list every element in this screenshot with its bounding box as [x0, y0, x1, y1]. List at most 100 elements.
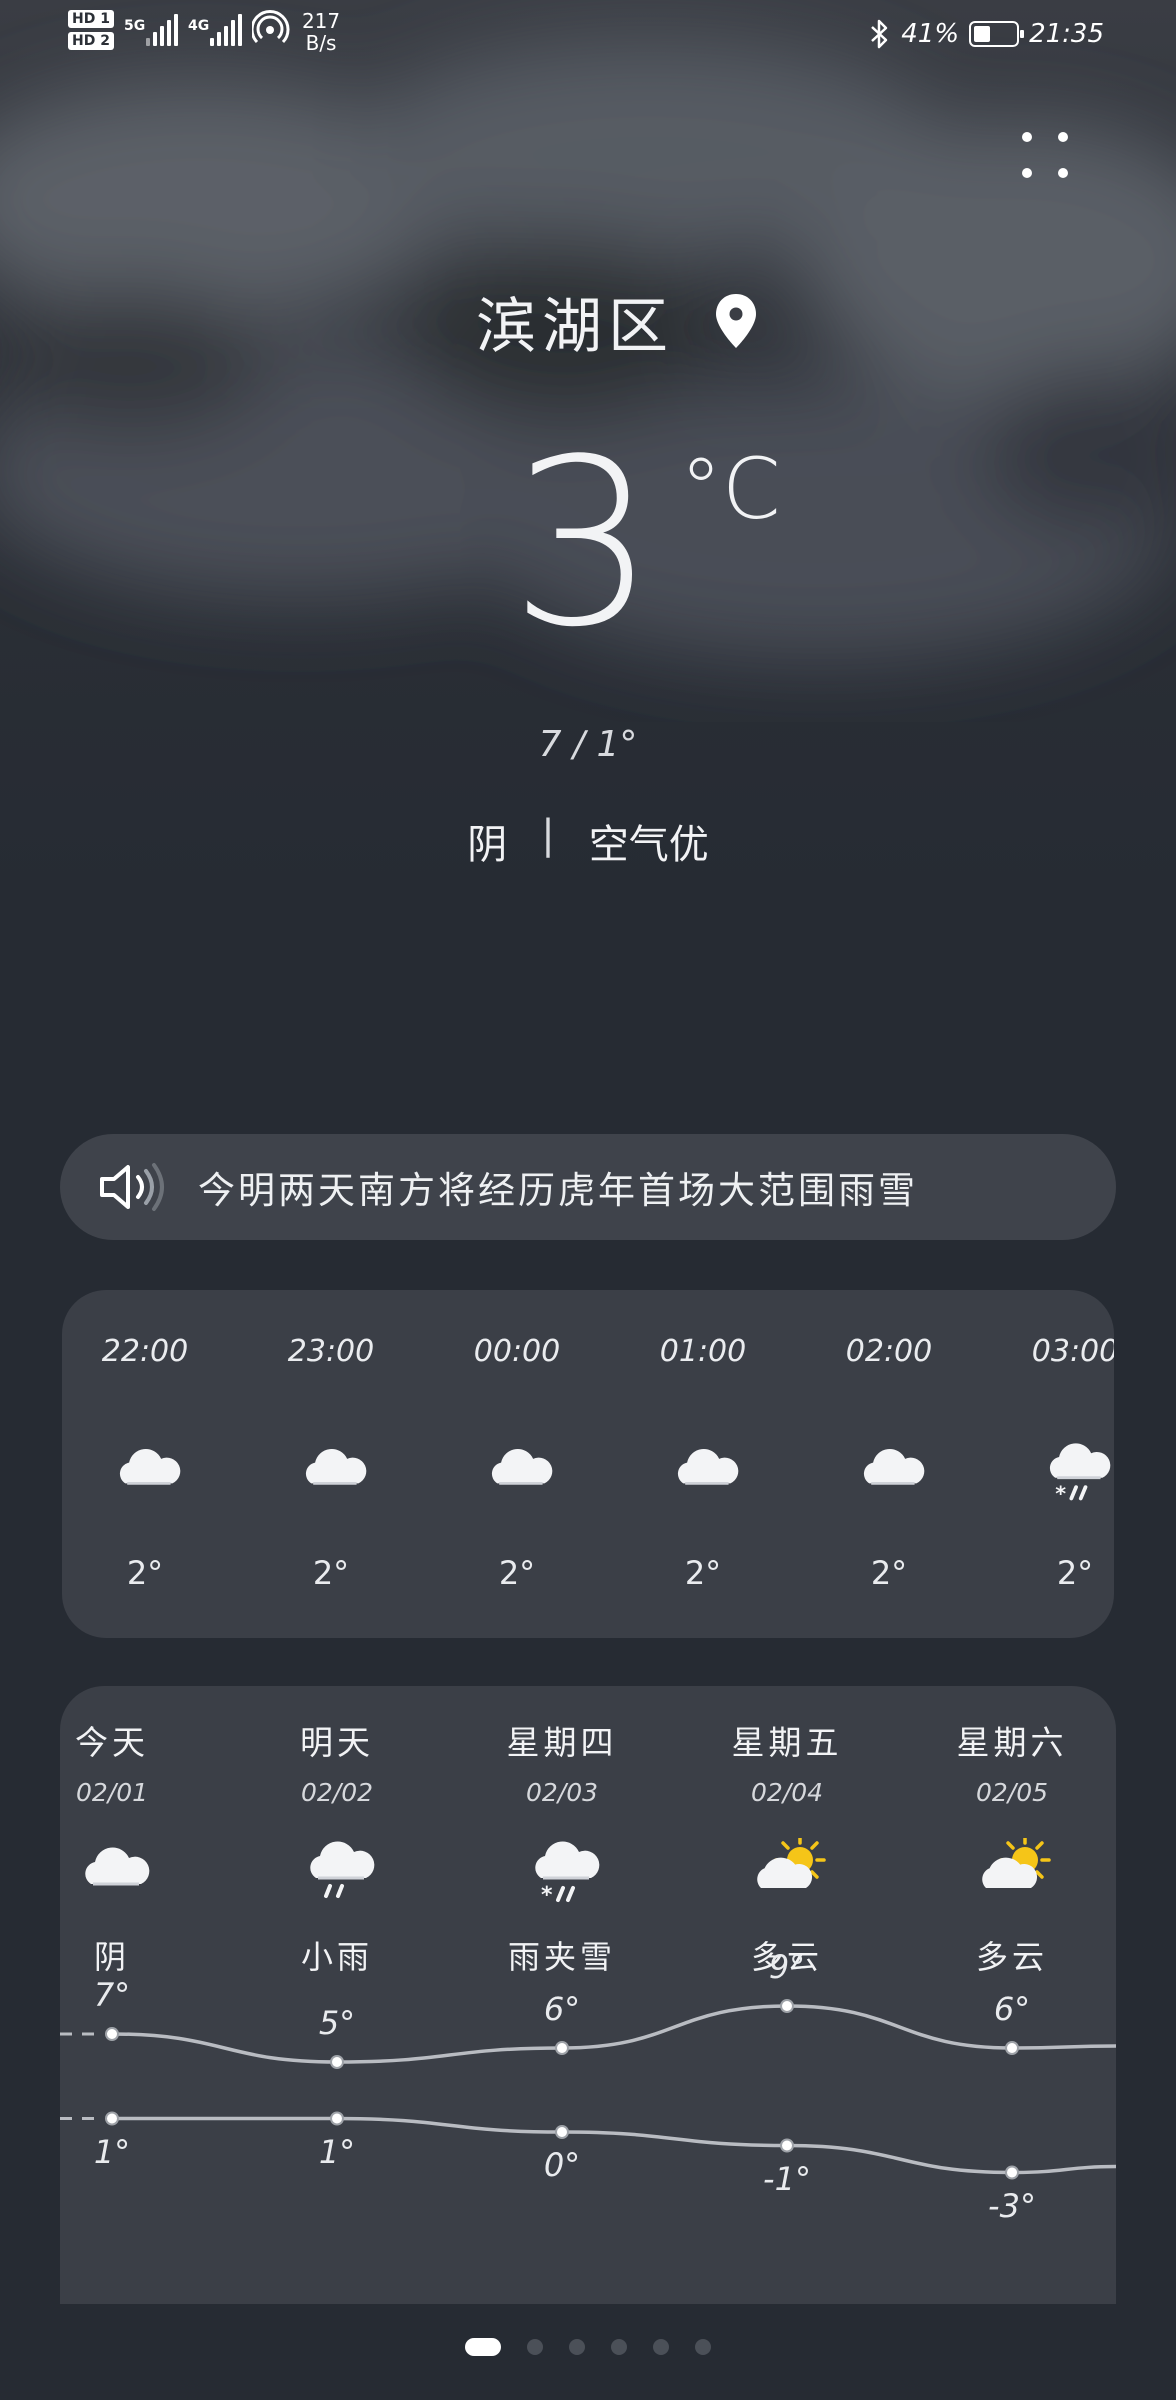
sim1-badge: HD 1: [68, 10, 114, 28]
high-low-temp: 7 / 1°: [538, 724, 638, 765]
daily-date: 02/02: [300, 1778, 374, 1807]
hourly-time: 22:00: [101, 1334, 189, 1369]
cloudy-icon: [670, 1440, 740, 1500]
battery-icon: [969, 21, 1025, 47]
high-temp-point: [780, 1999, 794, 2013]
daily-day: 星期四: [506, 1723, 618, 1762]
daily-date: 02/04: [750, 1778, 824, 1807]
hourly-forecast[interactable]: 22:00 2° 23:00 2° 00:00 2° 01:00 2° 02:0…: [62, 1290, 1114, 1638]
sim2-badge: HD 2: [68, 32, 114, 50]
daily-condition: 阴: [93, 1938, 130, 1976]
page-dot-active[interactable]: [465, 2338, 501, 2356]
high-temp-label: 6°: [993, 1990, 1031, 2028]
battery-percent: 41%: [901, 19, 960, 49]
condition-separator: |: [541, 812, 555, 858]
speed-value: 217: [301, 9, 341, 33]
hourly-time: 00:00: [473, 1334, 561, 1369]
hourly-time: 01:00: [659, 1334, 747, 1369]
high-temp-label: 5°: [318, 2004, 356, 2042]
hourly-temp: 2°: [312, 1554, 350, 1592]
status-left: HD 1 HD 2 5G 4G 217 B/s: [68, 10, 340, 54]
current-temp-wrap: 3: [0, 430, 1176, 660]
page-dot[interactable]: [527, 2339, 543, 2355]
speed-unit: B/s: [305, 31, 337, 55]
news-headline: 今明两天南方将经历虎年首场大范围雨雪: [198, 1169, 918, 1212]
current-condition: 阴: [467, 822, 508, 868]
condition-row: 阴 | 空气优: [0, 812, 1176, 870]
hourly-temp: 2°: [870, 1554, 908, 1592]
hotspot-icon: [251, 10, 290, 44]
low-temp-point: [330, 2111, 344, 2126]
signal-5g: 5G: [124, 10, 178, 46]
low-temp-label: 1°: [93, 2132, 131, 2171]
hourly-time: 23:00: [287, 1334, 375, 1369]
bluetooth-icon: [871, 19, 888, 49]
signal-bars-icon: [209, 10, 242, 46]
battery-fill: [974, 26, 991, 42]
daily-day: 今天: [75, 1723, 149, 1762]
svg-text:*: *: [1055, 1481, 1066, 1505]
daily-date: 02/05: [975, 1778, 1049, 1807]
high-temp-label: 7°: [93, 1976, 131, 2014]
low-temp-point: [105, 2111, 119, 2126]
net1-label: 5G: [123, 18, 146, 34]
cloudy-icon: [298, 1440, 368, 1500]
high-temp-point: [105, 2027, 119, 2041]
status-bar: HD 1 HD 2 5G 4G 217 B/s 41% 21:35: [0, 0, 1176, 70]
light-rain-icon: [302, 1838, 376, 1908]
hourly-time: 02:00: [845, 1334, 933, 1369]
high-temp-point: [1005, 2041, 1019, 2055]
high-temp-point: [555, 2041, 569, 2055]
daily-condition: 小雨: [300, 1938, 373, 1976]
cloudy-icon: [484, 1440, 554, 1500]
partly-cloudy-icon: [977, 1834, 1051, 1908]
daily-condition: 雨夹雪: [507, 1938, 616, 1976]
cloudy-icon: [112, 1440, 182, 1500]
page-dot[interactable]: [569, 2339, 585, 2355]
page-indicator[interactable]: [0, 2338, 1176, 2356]
svg-text:*: *: [541, 1883, 553, 1908]
hourly-temp: 2°: [1056, 1554, 1094, 1592]
air-quality[interactable]: 空气优: [589, 812, 709, 870]
low-temp-label: 0°: [543, 2146, 581, 2184]
status-right: 41% 21:35: [869, 18, 1104, 50]
high-temperature-line: [111, 2004, 1116, 2064]
speaker-icon: [100, 1163, 164, 1211]
location-row[interactable]: 滨湖区: [0, 278, 1176, 365]
sim-indicators: HD 1 HD 2: [68, 10, 114, 50]
signal-bars-icon: [145, 10, 178, 46]
low-temp-point: [780, 2138, 794, 2153]
partly-cloudy-icon: [752, 1834, 826, 1908]
daily-date: 02/01: [75, 1778, 149, 1807]
low-temperature-line: [111, 2116, 1116, 2175]
high-temp-label: 6°: [543, 1990, 581, 2028]
signal-4g: 4G: [188, 10, 242, 46]
sleet-icon: *: [1042, 1440, 1112, 1505]
low-temp-label: 1°: [318, 2132, 356, 2171]
hourly-temp: 2°: [126, 1554, 164, 1592]
location-name: 滨湖区: [476, 292, 674, 362]
hourly-temp: 2°: [498, 1554, 536, 1592]
hourly-time: 03:00: [1031, 1334, 1114, 1369]
news-banner[interactable]: 今明两天南方将经历虎年首场大范围雨雪: [60, 1134, 1116, 1240]
network-speed: 217 B/s: [302, 10, 340, 54]
page-dot[interactable]: [611, 2339, 627, 2355]
daily-forecast[interactable]: 今天 02/01 阴 明天 02/02 小雨 星期四 02/03 * 雨夹雪 星…: [60, 1686, 1116, 2304]
low-temp-label: -3°: [988, 2186, 1036, 2225]
high-temp-label: 9°: [768, 1948, 806, 1986]
page-dot[interactable]: [653, 2339, 669, 2355]
sleet-icon: *: [527, 1838, 601, 1908]
page-dot[interactable]: [695, 2339, 711, 2355]
cloudy-icon: [856, 1440, 926, 1500]
high-temp-point: [330, 2055, 344, 2069]
daily-day: 星期六: [956, 1723, 1068, 1762]
more-menu-icon[interactable]: [1014, 124, 1076, 186]
location-pin-icon: [716, 293, 756, 348]
daily-day: 星期五: [731, 1723, 843, 1762]
low-temp-point: [555, 2125, 569, 2139]
net2-label: 4G: [187, 18, 210, 34]
daily-date: 02/03: [525, 1778, 599, 1807]
low-temp-point: [1005, 2165, 1019, 2180]
low-temp-label: -1°: [763, 2159, 811, 2198]
hourly-temp: 2°: [684, 1554, 722, 1592]
